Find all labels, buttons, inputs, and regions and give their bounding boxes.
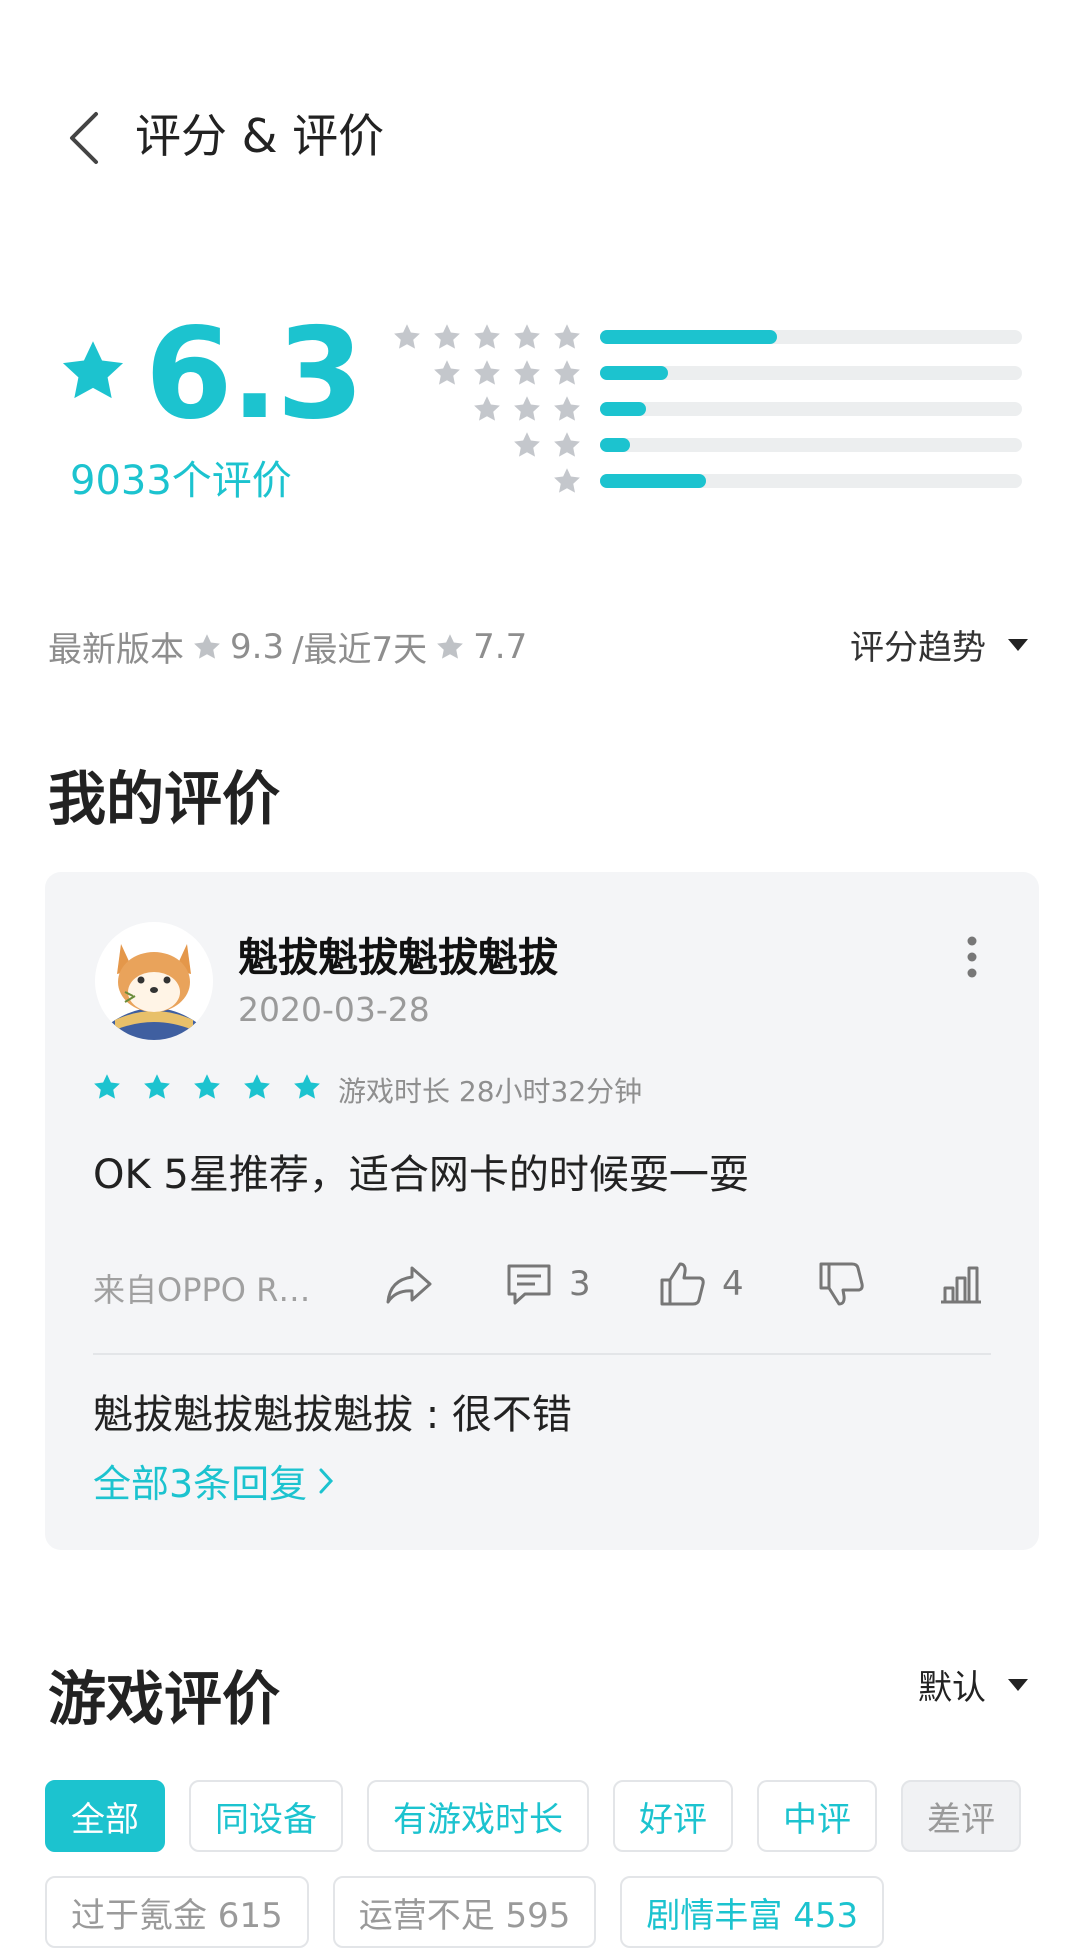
distribution-bar-5 xyxy=(600,330,1022,344)
distribution-bar-fill xyxy=(600,366,668,380)
bar-chart-icon xyxy=(941,1266,981,1304)
latest-version-label: 最新版本 xyxy=(48,630,184,670)
tag-chip[interactable]: 过于氪金 615 xyxy=(45,1876,309,1948)
thumbs-up-icon xyxy=(660,1262,705,1306)
filter-chip-same-device[interactable]: 同设备 xyxy=(189,1780,343,1852)
distribution-bar-1 xyxy=(600,474,1022,488)
review-date: 2020-03-28 xyxy=(238,990,430,1029)
my-review-title: 我的评价 xyxy=(48,765,281,833)
divider xyxy=(93,1353,991,1355)
star-icon xyxy=(554,396,580,421)
sort-label: 默认 xyxy=(918,1668,986,1708)
reviewer-name: 魁拔魁拔魁拔魁拔 xyxy=(238,935,558,981)
distribution-bar-fill xyxy=(600,438,630,452)
chevron-right-icon xyxy=(319,1468,334,1493)
distribution-stars-4 xyxy=(432,358,582,388)
comment-icon xyxy=(507,1264,551,1305)
recent-7-days-label: /最近7天 xyxy=(292,630,428,670)
star-icon xyxy=(514,396,540,421)
recent-7-days-score: 7.7 xyxy=(473,626,528,667)
star-icon xyxy=(94,1074,120,1099)
star-icon xyxy=(394,324,420,349)
tag-chip[interactable]: 运营不足 595 xyxy=(332,1876,597,1948)
play-time: 游戏时长 28小时32分钟 xyxy=(338,1075,643,1108)
filter-chip-positive[interactable]: 好评 xyxy=(613,1780,733,1852)
distribution-stars-5 xyxy=(392,322,582,352)
shiba-avatar-icon xyxy=(95,922,213,1040)
rating-star-icon xyxy=(62,341,124,399)
star-icon xyxy=(554,324,580,349)
back-arrow-icon[interactable] xyxy=(60,108,110,168)
star-icon xyxy=(474,360,500,385)
filter-chip-neutral[interactable]: 中评 xyxy=(757,1780,877,1852)
dropdown-arrow-icon xyxy=(1008,1678,1028,1691)
star-icon xyxy=(437,633,464,659)
page-title: 评分 & 评价 xyxy=(135,109,385,163)
distribution-bar-fill xyxy=(600,474,706,488)
reply-text: 魁拔魁拔魁拔魁拔 : 很不错 xyxy=(93,1392,572,1438)
distribution-bar-4 xyxy=(600,366,1022,380)
distribution-bar-2 xyxy=(600,438,1022,452)
comment-button[interactable]: 3 xyxy=(503,1258,591,1310)
tag-chip[interactable]: 剧情丰富 453 xyxy=(620,1876,885,1948)
filter-chip-has-playtime[interactable]: 有游戏时长 xyxy=(367,1780,589,1852)
star-icon xyxy=(434,324,460,349)
rating-trend-dropdown[interactable]: 评分趋势 xyxy=(850,620,1028,669)
dropdown-arrow-icon xyxy=(1008,638,1028,651)
distribution-stars-3 xyxy=(472,394,582,424)
game-reviews-title: 游戏评价 xyxy=(48,1665,281,1733)
star-icon xyxy=(554,468,580,493)
star-icon xyxy=(514,324,540,349)
star-icon xyxy=(144,1074,170,1099)
rating-trend-label: 评分趋势 xyxy=(850,628,986,668)
all-replies-link[interactable]: 全部3条回复 xyxy=(93,1453,335,1508)
star-icon xyxy=(474,396,500,421)
like-count: 4 xyxy=(722,1264,744,1304)
dislike-button[interactable] xyxy=(815,1258,867,1310)
review-star-rating xyxy=(92,1072,322,1102)
star-icon xyxy=(244,1074,270,1099)
like-button[interactable]: 4 xyxy=(656,1258,744,1310)
distribution-bar-3 xyxy=(600,402,1022,416)
star-icon xyxy=(194,633,220,659)
more-options-icon[interactable] xyxy=(964,935,980,979)
share-button[interactable] xyxy=(382,1258,434,1310)
all-replies-label: 全部3条回复 xyxy=(93,1462,308,1506)
star-icon xyxy=(474,324,500,349)
rating-count: 9033个评价 xyxy=(70,458,292,504)
sort-dropdown[interactable]: 默认 xyxy=(918,1660,1028,1709)
latest-version-score: 9.3 xyxy=(230,626,285,667)
review-text: OK 5星推荐，适合网卡的时候耍一耍 xyxy=(93,1152,749,1198)
avatar[interactable] xyxy=(95,922,213,1040)
share-icon xyxy=(386,1266,432,1304)
star-icon xyxy=(554,360,580,385)
distribution-bar-fill xyxy=(600,330,778,344)
distribution-stars-1 xyxy=(552,466,582,496)
comment-count: 3 xyxy=(569,1264,591,1304)
distribution-stars-2 xyxy=(512,430,582,460)
version-rating-line: 最新版本 9.3 /最近7天 7.7 xyxy=(48,622,527,671)
review-filter-chips: 全部 同设备 有游戏时长 好评 中评 差评 xyxy=(45,1780,1021,1852)
review-device: 来自OPPO R9... xyxy=(93,1271,328,1309)
filter-chip-negative[interactable]: 差评 xyxy=(901,1780,1021,1852)
thumbs-down-icon xyxy=(819,1262,864,1306)
distribution-bar-fill xyxy=(600,402,647,416)
star-icon xyxy=(514,432,540,457)
star-icon xyxy=(294,1074,320,1099)
stats-button[interactable] xyxy=(935,1258,987,1310)
star-icon xyxy=(434,360,460,385)
rating-score: 6.3 xyxy=(145,300,364,447)
filter-chip-all[interactable]: 全部 xyxy=(45,1780,165,1852)
review-tag-chips: 过于氪金 615 运营不足 595 剧情丰富 453 xyxy=(45,1876,885,1948)
star-icon xyxy=(514,360,540,385)
star-icon xyxy=(194,1074,220,1099)
star-icon xyxy=(554,432,580,457)
